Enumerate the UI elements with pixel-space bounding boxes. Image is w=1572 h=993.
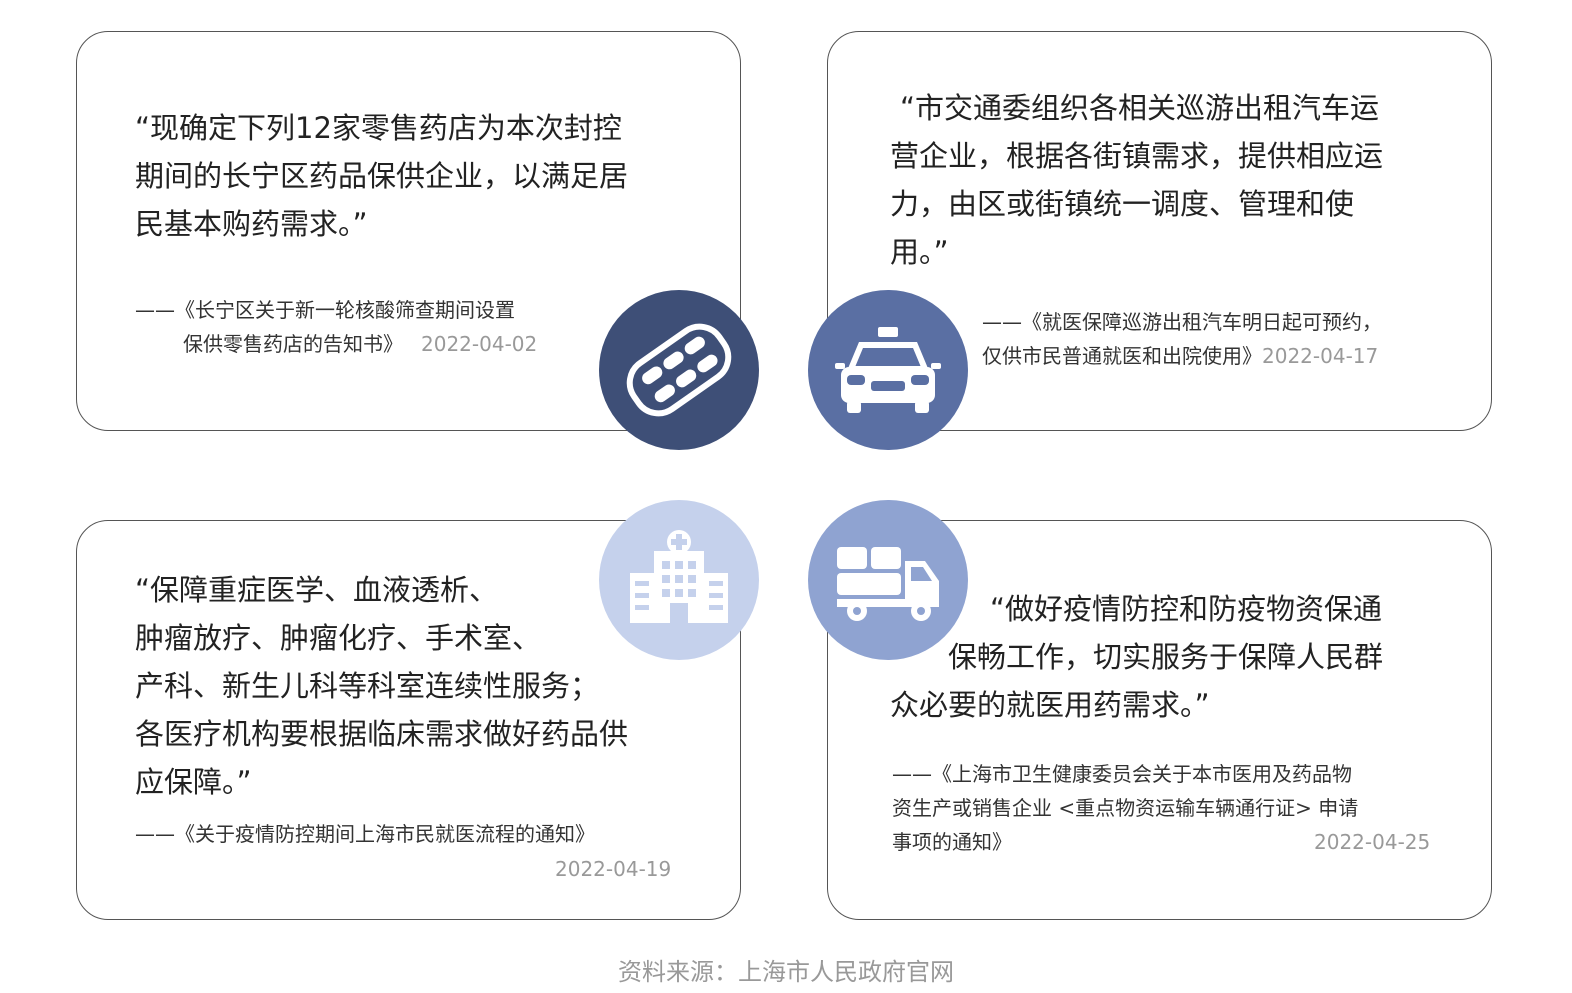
quote-line: 民基本购药需求。” — [135, 207, 368, 241]
source-citation: ——《长宁区关于新一轮核酸筛查期间设置 保供零售药店的告知书》 2022-04-0… — [135, 293, 537, 361]
source-line: ——《长宁区关于新一轮核酸筛查期间设置 — [135, 298, 515, 322]
source-line: 事项的通知》 — [892, 830, 1012, 854]
source-line: 资生产或销售企业 <重点物资运输车辆通行证> 申请 — [892, 796, 1359, 820]
quote-line: 用。” — [890, 235, 949, 269]
taxi-icon — [808, 290, 968, 450]
source-citation: ——《关于疫情防控期间上海市民就医流程的通知》 — [135, 817, 595, 851]
quote-line: 期间的长宁区药品保供企业，以满足居 — [135, 159, 629, 193]
source-footer: 资料来源：上海市人民政府官网 — [618, 958, 954, 986]
quote-line: “保障重症医学、血液透析、 — [135, 573, 499, 607]
source-citation: ——《就医保障巡游出租汽车明日起可预约， 仅供市民普通就医和出院使用》2022-… — [982, 305, 1382, 373]
pill-blister-icon — [599, 290, 759, 450]
source-line: ——《就医保障巡游出租汽车明日起可预约， — [982, 310, 1382, 334]
quote-line: 各医疗机构要根据临床需求做好药品供 — [135, 717, 629, 751]
source-line: ——《上海市卫生健康委员会关于本市医用及药品物 — [892, 762, 1352, 786]
source-date: 2022-04-25 — [1314, 830, 1431, 854]
source-line: ——《关于疫情防控期间上海市民就医流程的通知》 — [135, 822, 595, 846]
quote-text: “现确定下列12家零售药店为本次封控 期间的长宁区药品保供企业，以满足居 民基本… — [135, 104, 628, 248]
quote-line: 产科、新生儿科等科室连续性服务； — [135, 669, 600, 703]
quote-text: “保障重症医学、血液透析、 肿瘤放疗、肿瘤化疗、手术室、 产科、新生儿科等科室连… — [135, 566, 628, 806]
quote-line: 营企业，根据各街镇需求，提供相应运 — [890, 139, 1384, 173]
source-date: 2022-04-19 — [555, 857, 672, 881]
quote-line: 众必要的就医用药需求。” — [890, 688, 1210, 722]
source-citation: ——《上海市卫生健康委员会关于本市医用及药品物 资生产或销售企业 <重点物资运输… — [892, 757, 1358, 859]
source-line: 保供零售药店的告知书》 2022-04-02 — [183, 332, 538, 356]
quote-line: “市交通委组织各相关巡游出租汽车运 — [900, 91, 1380, 125]
quote-line: 力，由区或街镇统一调度、管理和使 — [890, 187, 1355, 221]
hospital-icon — [599, 500, 759, 660]
quote-line: 保畅工作，切实服务于保障人民群 — [948, 640, 1384, 674]
quote-line: 肿瘤放疗、肿瘤化疗、手术室、 — [135, 621, 542, 655]
quote-line: 应保障。” — [135, 765, 252, 799]
quote-text: “做好疫情防控和防疫物资保通 保畅工作，切实服务于保障人民群 众必要的就医用药需… — [890, 585, 1383, 729]
source-date: 2022-04-17 — [1262, 344, 1379, 368]
delivery-truck-icon — [808, 500, 968, 660]
source-date: 2022-04-02 — [421, 332, 538, 356]
quote-line: “现确定下列12家零售药店为本次封控 — [135, 111, 622, 145]
source-line: 仅供市民普通就医和出院使用》2022-04-17 — [982, 344, 1379, 368]
quote-text: “市交通委组织各相关巡游出租汽车运 营企业，根据各街镇需求，提供相应运 力，由区… — [890, 84, 1383, 276]
